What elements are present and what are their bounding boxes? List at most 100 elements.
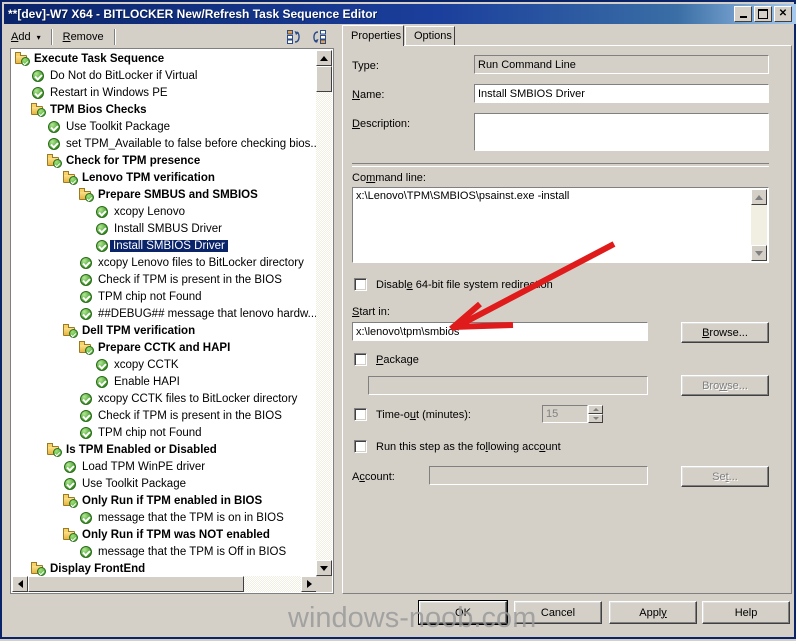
tree-item[interactable]: Install SMBUS Driver	[12, 220, 317, 237]
tree-item[interactable]: message that the TPM is on in BIOS	[12, 509, 317, 526]
command-line-scroll-up[interactable]	[751, 189, 767, 205]
tree-vertical-scrollbar[interactable]	[316, 50, 332, 576]
tree-item[interactable]: xcopy Lenovo	[12, 203, 317, 220]
start-in-browse-button[interactable]: Browse...	[681, 322, 769, 343]
tree-vscroll-track[interactable]	[316, 66, 332, 560]
tree-vscroll-thumb[interactable]	[316, 66, 332, 92]
ok-button[interactable]: OK	[419, 601, 507, 624]
tree-item-label: TPM chip not Found	[98, 290, 202, 303]
cancel-button[interactable]: Cancel	[514, 601, 602, 624]
close-button[interactable]: ✕	[774, 6, 792, 22]
tree-item[interactable]: ##DEBUG## message that lenovo hardw...	[12, 305, 317, 322]
tree-item[interactable]: TPM chip not Found	[12, 424, 317, 441]
tree-item[interactable]: Only Run if TPM enabled in BIOS	[12, 492, 317, 509]
command-line-scroll-down[interactable]	[751, 245, 767, 261]
package-checkbox[interactable]	[354, 353, 367, 366]
package-browse-button: Browse...	[681, 375, 769, 396]
tree-item[interactable]: Use Toolkit Package	[12, 475, 317, 492]
folder-icon	[78, 340, 94, 355]
timeout-spinner-up[interactable]	[588, 405, 603, 414]
disable-redirection-checkbox[interactable]	[354, 278, 367, 291]
tree-item[interactable]: Check for TPM presence	[12, 152, 317, 169]
run-as-checkbox[interactable]	[354, 440, 367, 453]
tree-item[interactable]: xcopy Lenovo files to BitLocker director…	[12, 254, 317, 271]
tree-item[interactable]: Is TPM Enabled or Disabled	[12, 441, 317, 458]
tree-item-label: Is TPM Enabled or Disabled	[66, 443, 217, 456]
tree-item[interactable]: xcopy CCTK	[12, 356, 317, 373]
tree-item-label: Check if TPM is present in the BIOS	[98, 409, 282, 422]
tree-item[interactable]: Restart in Windows PE	[12, 84, 317, 101]
command-line-value: x:\Lenovo\TPM\SMBIOS\psainst.exe -instal…	[356, 190, 570, 202]
step-check-icon	[78, 425, 94, 440]
tree-item[interactable]: Use Toolkit Package	[12, 118, 317, 135]
tree-item[interactable]: Prepare CCTK and HAPI	[12, 339, 317, 356]
description-label: Description:	[352, 118, 411, 130]
tree-scroll-up-button[interactable]	[316, 50, 332, 66]
tree-item[interactable]: Prepare SMBUS and SMBIOS	[12, 186, 317, 203]
start-in-input[interactable]: x:\lenovo\tpm\smbios	[352, 322, 648, 341]
tree-item[interactable]: TPM chip not Found	[12, 288, 317, 305]
check-badge-icon	[69, 176, 78, 185]
arrow-right-icon	[306, 580, 312, 588]
check-badge-icon	[37, 567, 46, 576]
name-input[interactable]: Install SMBIOS Driver	[474, 84, 769, 103]
tree-item-label: Load TPM WinPE driver	[82, 460, 206, 473]
tree-item[interactable]: Dell TPM verification	[12, 322, 317, 339]
timeout-checkbox[interactable]	[354, 408, 367, 421]
tree-item-label: Prepare CCTK and HAPI	[98, 341, 231, 354]
title-bar: **[dev]-W7 X64 - BITLOCKER New/Refresh T…	[4, 4, 796, 24]
step-check-icon	[94, 374, 110, 389]
tree-horizontal-scrollbar[interactable]	[12, 576, 317, 592]
account-label: Account:	[352, 471, 395, 483]
add-button[interactable]: Add ▾	[4, 27, 48, 47]
tree-item[interactable]: TPM Bios Checks	[12, 101, 317, 118]
step-check-icon	[62, 476, 78, 491]
tree-item[interactable]: Only Run if TPM was NOT enabled	[12, 526, 317, 543]
tree-scroll-left-button[interactable]	[12, 576, 28, 592]
tree-item[interactable]: message that the TPM is Off in BIOS	[12, 543, 317, 560]
tree-item-label: Prepare SMBUS and SMBIOS	[98, 188, 258, 201]
package-label: Package	[376, 354, 419, 366]
tree-item[interactable]: Enable HAPI	[12, 373, 317, 390]
tree-hscroll-thumb[interactable]	[28, 576, 244, 592]
tree-item[interactable]: Display FrontEnd	[12, 560, 317, 576]
step-check-icon	[78, 306, 94, 321]
tree-item[interactable]: Load TPM WinPE driver	[12, 458, 317, 475]
tree-item[interactable]: xcopy CCTK files to BitLocker directory	[12, 390, 317, 407]
tree-item[interactable]: Lenovo TPM verification	[12, 169, 317, 186]
move-up-icon[interactable]	[286, 28, 304, 46]
tree-item-label: xcopy CCTK files to BitLocker directory	[98, 392, 298, 405]
command-line-input[interactable]: x:\Lenovo\TPM\SMBIOS\psainst.exe -instal…	[352, 187, 769, 263]
tree-item[interactable]: Check if TPM is present in the BIOS	[12, 271, 317, 288]
tab-options[interactable]: Options	[405, 26, 455, 45]
run-as-label: Run this step as the following account	[376, 441, 561, 453]
remove-button[interactable]: Remove	[56, 27, 111, 47]
tree-scroll-down-button[interactable]	[316, 560, 332, 576]
timeout-spinner-down[interactable]	[588, 414, 603, 423]
move-down-icon[interactable]	[310, 28, 328, 46]
tree-item[interactable]: Install SMBIOS Driver	[12, 237, 317, 254]
folder-icon	[14, 51, 30, 66]
apply-button[interactable]: Apply	[609, 601, 697, 624]
tree-scroll-right-button[interactable]	[301, 576, 317, 592]
tree-item-label: xcopy Lenovo	[114, 205, 185, 218]
task-sequence-tree-panel[interactable]: Execute Task Sequence Do Not do BitLocker…	[10, 48, 334, 594]
minimize-button[interactable]	[734, 6, 752, 22]
step-check-icon	[62, 459, 78, 474]
step-check-icon	[78, 255, 94, 270]
tree-item-label: Dell TPM verification	[82, 324, 196, 337]
timeout-spinner[interactable]	[588, 405, 603, 423]
maximize-button[interactable]	[754, 6, 772, 22]
tree-item[interactable]: Execute Task Sequence	[12, 50, 317, 67]
tree-item-label: message that the TPM is Off in BIOS	[98, 545, 287, 558]
tree-item-label: Use Toolkit Package	[82, 477, 186, 490]
help-button[interactable]: Help	[702, 601, 790, 624]
arrow-left-icon	[17, 580, 23, 588]
tree-item[interactable]: Check if TPM is present in the BIOS	[12, 407, 317, 424]
tree-item[interactable]: Do Not do BitLocker if Virtual	[12, 67, 317, 84]
folder-icon	[62, 493, 78, 508]
command-line-scrollbar[interactable]	[751, 189, 767, 261]
tab-properties[interactable]: Properties	[342, 25, 404, 46]
tree-item[interactable]: set TPM_Available to false before checki…	[12, 135, 317, 152]
description-input[interactable]	[474, 113, 769, 151]
